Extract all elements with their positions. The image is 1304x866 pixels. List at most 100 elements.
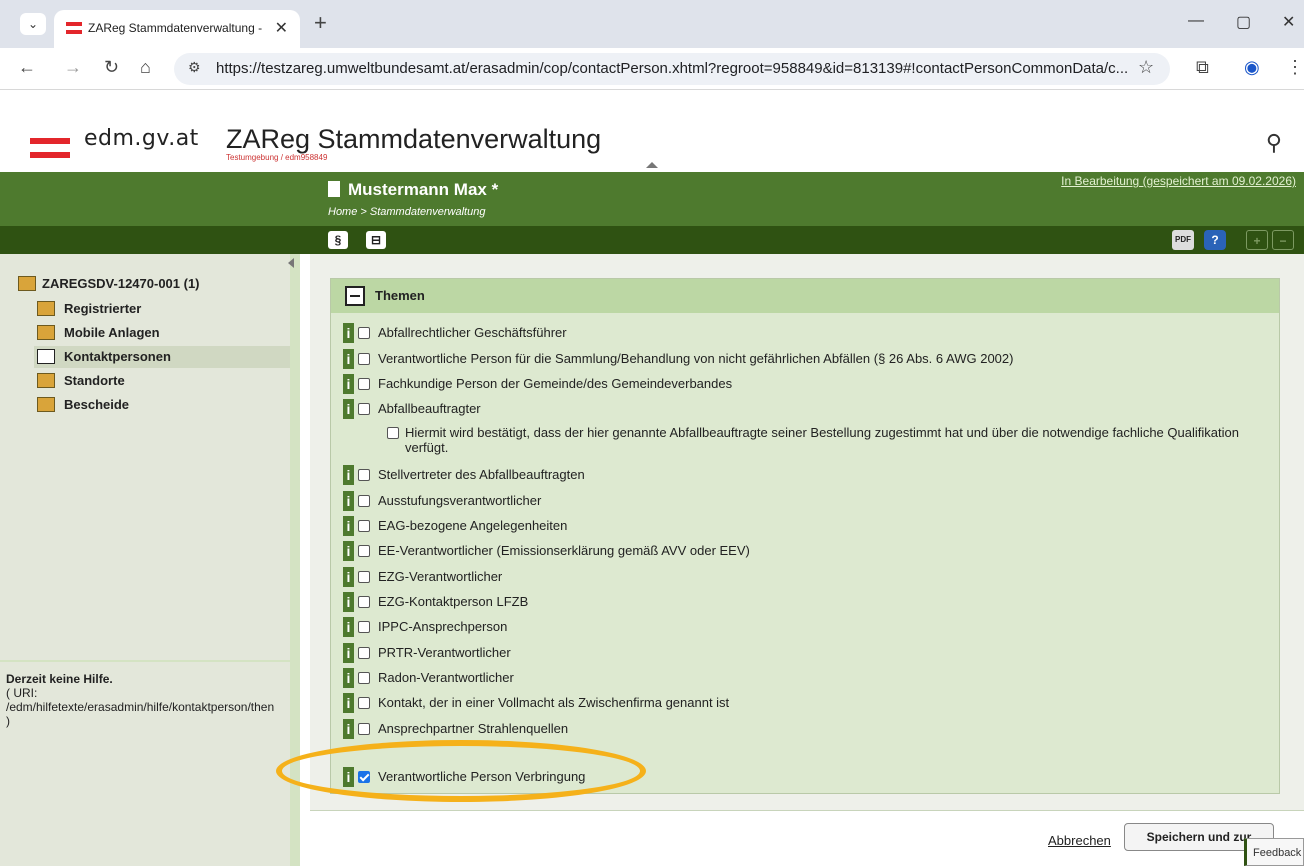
- feedback-button[interactable]: Feedback: [1244, 838, 1304, 866]
- help-uri: /edm/hilfetexte/erasadmin/hilfe/kontaktp…: [6, 700, 275, 714]
- info-icon[interactable]: i: [343, 399, 354, 419]
- collapse-section-button[interactable]: [345, 286, 365, 306]
- folder-icon: [18, 276, 36, 291]
- status-link[interactable]: In Bearbeitung (gespeichert am 09.02.202…: [1061, 174, 1296, 188]
- info-icon[interactable]: i: [343, 617, 354, 637]
- topic-checkbox[interactable]: [358, 378, 370, 390]
- logo-text: edm.gv.at: [84, 126, 199, 151]
- app-header: edm.gv.at ZAReg Stammdatenverwaltung Tes…: [0, 90, 1304, 172]
- edm-logo-icon: [30, 138, 70, 158]
- topic-checkbox[interactable]: [358, 697, 370, 709]
- address-bar: ← → ↻ ⌂ ⚙ https://testzareg.umweltbundes…: [0, 48, 1304, 90]
- browser-tab[interactable]: ZAReg Stammdatenverwaltung - Must ✕: [54, 10, 300, 48]
- topic-checkbox[interactable]: [358, 647, 370, 659]
- topic-checkbox[interactable]: [358, 495, 370, 507]
- info-icon[interactable]: i: [343, 592, 354, 612]
- info-icon[interactable]: i: [343, 643, 354, 663]
- close-tab-icon[interactable]: ✕: [275, 18, 288, 38]
- topic-checkbox[interactable]: [358, 596, 370, 608]
- browser-menu-icon[interactable]: ⋮: [1286, 57, 1304, 78]
- topic-checkbox[interactable]: [358, 723, 370, 735]
- info-icon[interactable]: i: [343, 719, 354, 739]
- topic-checkbox[interactable]: [358, 672, 370, 684]
- back-icon[interactable]: ←: [18, 57, 36, 78]
- info-icon[interactable]: i: [343, 491, 354, 511]
- tree-root[interactable]: ZAREGSDV-12470-001 (1): [18, 276, 200, 291]
- site-settings-icon[interactable]: ⚙: [188, 59, 201, 76]
- home-icon[interactable]: ⌂: [140, 57, 151, 78]
- highlight-annotation: [276, 740, 646, 802]
- section-header: Themen: [331, 279, 1279, 313]
- tab-title: ZAReg Stammdatenverwaltung - Must: [88, 21, 266, 35]
- toolbar: § ⊟ PDF ? + −: [0, 226, 1304, 254]
- tree-item-bescheide[interactable]: Bescheide: [34, 394, 290, 416]
- navigation-panel: ZAREGSDV-12470-001 (1) Registrierter Mob…: [0, 254, 300, 866]
- reload-icon[interactable]: ↻: [104, 57, 119, 78]
- info-icon[interactable]: i: [343, 693, 354, 713]
- minimize-icon[interactable]: —: [1188, 12, 1204, 30]
- tree-item-kontaktpersonen[interactable]: Kontaktpersonen: [34, 346, 290, 368]
- info-icon[interactable]: i: [343, 541, 354, 561]
- browser-tabstrip: ⌄ ZAReg Stammdatenverwaltung - Must ✕ + …: [0, 0, 1304, 48]
- bookmark-star-icon[interactable]: ☆: [1138, 57, 1154, 78]
- info-icon[interactable]: i: [343, 465, 354, 485]
- help-title: Derzeit keine Hilfe.: [6, 672, 113, 686]
- window-close-icon[interactable]: ✕: [1282, 12, 1295, 32]
- breadcrumb: Home > Stammdatenverwaltung: [328, 206, 486, 218]
- decision-icon: [37, 397, 55, 412]
- user-switch-icon[interactable]: ⚲: [1266, 130, 1282, 156]
- collapse-header-icon[interactable]: [646, 162, 658, 168]
- registrant-icon: [37, 301, 55, 316]
- page-title: Mustermann Max *: [328, 180, 498, 200]
- url-field[interactable]: ⚙ https://testzareg.umweltbundesamt.at/e…: [174, 53, 1170, 85]
- info-icon[interactable]: i: [343, 567, 354, 587]
- contact-folder-icon: [37, 349, 55, 364]
- app-title: ZAReg Stammdatenverwaltung: [226, 124, 602, 154]
- tree-item-standorte[interactable]: Standorte: [34, 370, 290, 392]
- confirmation-row: Hiermit wird bestätigt, dass der hier ge…: [387, 425, 1247, 455]
- collapse-all-icon[interactable]: −: [1272, 230, 1294, 250]
- tree-item-mobile-anlagen[interactable]: Mobile Anlagen: [34, 322, 290, 344]
- collapse-panel-icon[interactable]: [288, 258, 294, 268]
- help-uri-close: ): [6, 714, 10, 728]
- topic-checkbox[interactable]: [358, 469, 370, 481]
- help-icon[interactable]: ?: [1204, 230, 1226, 250]
- info-icon[interactable]: i: [343, 516, 354, 536]
- topic-checkbox[interactable]: [358, 545, 370, 557]
- topic-checkbox[interactable]: [358, 571, 370, 583]
- tab-search-icon[interactable]: ⌄: [20, 13, 46, 35]
- help-uri-label: ( URI:: [6, 686, 38, 700]
- environment-label: Testumgebung / edm958849: [226, 153, 328, 162]
- extensions-icon[interactable]: ⧉: [1196, 57, 1209, 78]
- person-banner: Mustermann Max * Home > Stammdatenverwal…: [0, 172, 1304, 226]
- austria-flag-icon: [66, 22, 82, 34]
- legal-paragraph-button[interactable]: §: [328, 231, 348, 249]
- pdf-icon[interactable]: PDF: [1172, 230, 1194, 250]
- forward-icon[interactable]: →: [64, 57, 82, 78]
- info-icon[interactable]: i: [343, 668, 354, 688]
- new-tab-icon[interactable]: +: [314, 10, 327, 36]
- mobile-plant-icon: [37, 325, 55, 340]
- topic-checkbox[interactable]: [358, 353, 370, 365]
- info-icon[interactable]: i: [343, 374, 354, 394]
- cancel-link[interactable]: Abbrechen: [1048, 833, 1111, 848]
- form-footer: Abbrechen Speichern und zur: [310, 810, 1304, 866]
- topic-checkbox[interactable]: [358, 520, 370, 532]
- tree-item-registrierter[interactable]: Registrierter: [34, 298, 290, 320]
- url-text: https://testzareg.umweltbundesamt.at/era…: [216, 60, 1129, 77]
- maximize-icon[interactable]: ▢: [1236, 12, 1251, 32]
- section-title: Themen: [375, 288, 425, 303]
- info-icon[interactable]: i: [343, 323, 354, 343]
- save-icon[interactable]: ⊟: [366, 231, 386, 249]
- topic-checkbox[interactable]: [358, 327, 370, 339]
- help-panel: Derzeit keine Hilfe. ( URI: /edm/hilfete…: [0, 660, 290, 866]
- confirmation-checkbox[interactable]: [387, 427, 399, 439]
- profile-icon[interactable]: ◉: [1244, 57, 1260, 78]
- topic-checkbox[interactable]: [358, 621, 370, 633]
- info-icon[interactable]: i: [343, 349, 354, 369]
- expand-all-icon[interactable]: +: [1246, 230, 1268, 250]
- location-flag-icon: [37, 373, 55, 388]
- topic-checkbox[interactable]: [358, 403, 370, 415]
- person-record-icon: [328, 181, 340, 197]
- themen-section: Themen i Abfallrechtlicher Geschäftsführe…: [330, 278, 1280, 794]
